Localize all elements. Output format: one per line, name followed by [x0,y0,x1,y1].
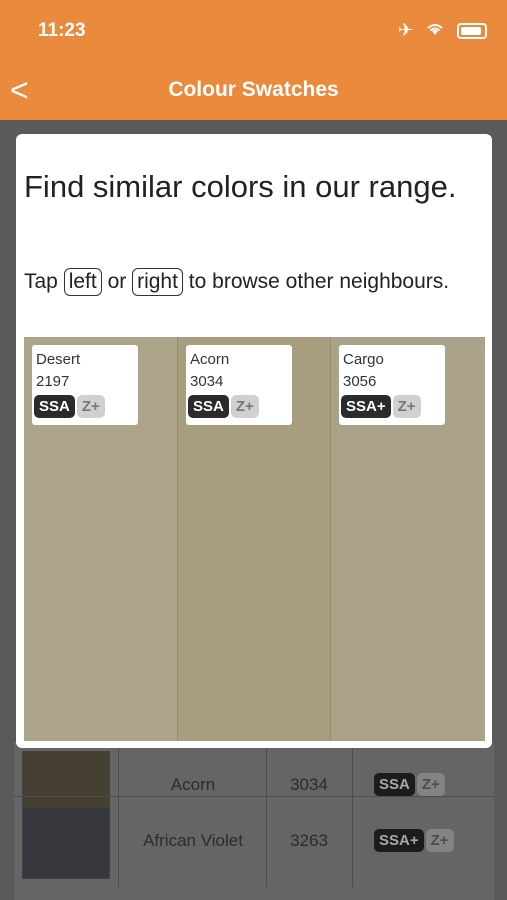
swatch-column[interactable]: Acorn 3034 SSA Z+ [177,337,331,741]
swatch-strip: Desert 2197 SSA Z+ Acorn 3034 SSA Z+ Car… [24,337,485,741]
tag-z-plus: Z+ [76,395,105,418]
page-title: Colour Swatches [168,78,339,101]
swatch-card[interactable]: Acorn 3034 SSA Z+ [186,345,292,425]
wifi-icon [425,20,445,41]
swatch-name: Desert [36,351,81,368]
modal-instruction: Tap left or right to browse other neighb… [24,268,474,296]
battery-icon [457,22,487,39]
tag-z-plus: Z+ [230,395,259,418]
swatch-code: 3034 [190,373,224,390]
swatch-code: 2197 [36,373,70,390]
status-bar: 11:23 ✈ [0,0,507,64]
swatch-card[interactable]: Cargo 3056 SSA+ Z+ [339,345,445,425]
airplane-icon: ✈ [397,20,413,40]
swatch-code: 3056 [343,373,377,390]
swatch-name: Cargo [343,351,384,368]
similar-colors-modal: Find similar colors in our range. Tap le… [16,134,492,748]
tag-z-plus: Z+ [392,395,421,418]
left-button[interactable]: left [63,268,102,296]
modal-heading: Find similar colors in our range. [24,169,457,204]
swatch-column[interactable]: Cargo 3056 SSA+ Z+ [330,337,485,741]
status-icons: ✈ [398,20,487,41]
right-button[interactable]: right [132,268,183,296]
nav-bar: < Colour Swatches [0,64,507,120]
instruction-suffix: to browse other neighbours. [188,270,450,293]
tag-ssa-plus: SSA+ [341,395,391,418]
tag-ssa: SSA [34,395,75,418]
swatch-name: Acorn [190,351,230,368]
swatch-card[interactable]: Desert 2197 SSA Z+ [32,345,138,425]
instruction-or: or [107,270,127,293]
instruction-prefix: Tap [24,270,58,293]
status-time: 11:23 [38,20,86,41]
swatch-column[interactable]: Desert 2197 SSA Z+ [24,337,177,741]
tag-ssa: SSA [188,395,229,418]
